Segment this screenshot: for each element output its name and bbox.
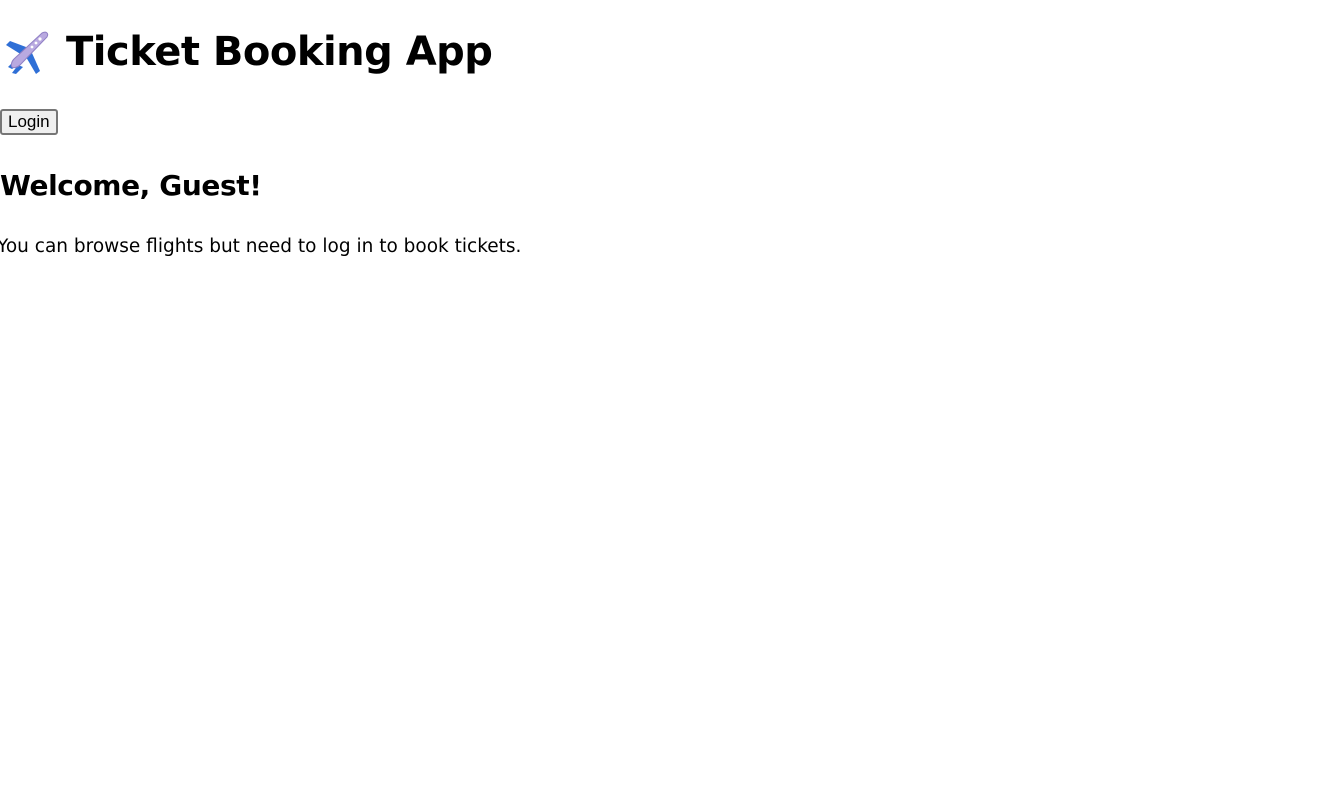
- info-text: You can browse flights but need to log i…: [0, 236, 522, 257]
- welcome-heading: Welcome, Guest!: [0, 169, 262, 202]
- app-root: Ticket Booking App Login Welcome, Guest!…: [0, 0, 1326, 787]
- login-button[interactable]: Login: [0, 109, 58, 135]
- page-title: Ticket Booking App: [66, 29, 493, 75]
- header: Ticket Booking App: [0, 24, 493, 80]
- airplane-icon: [2, 27, 52, 77]
